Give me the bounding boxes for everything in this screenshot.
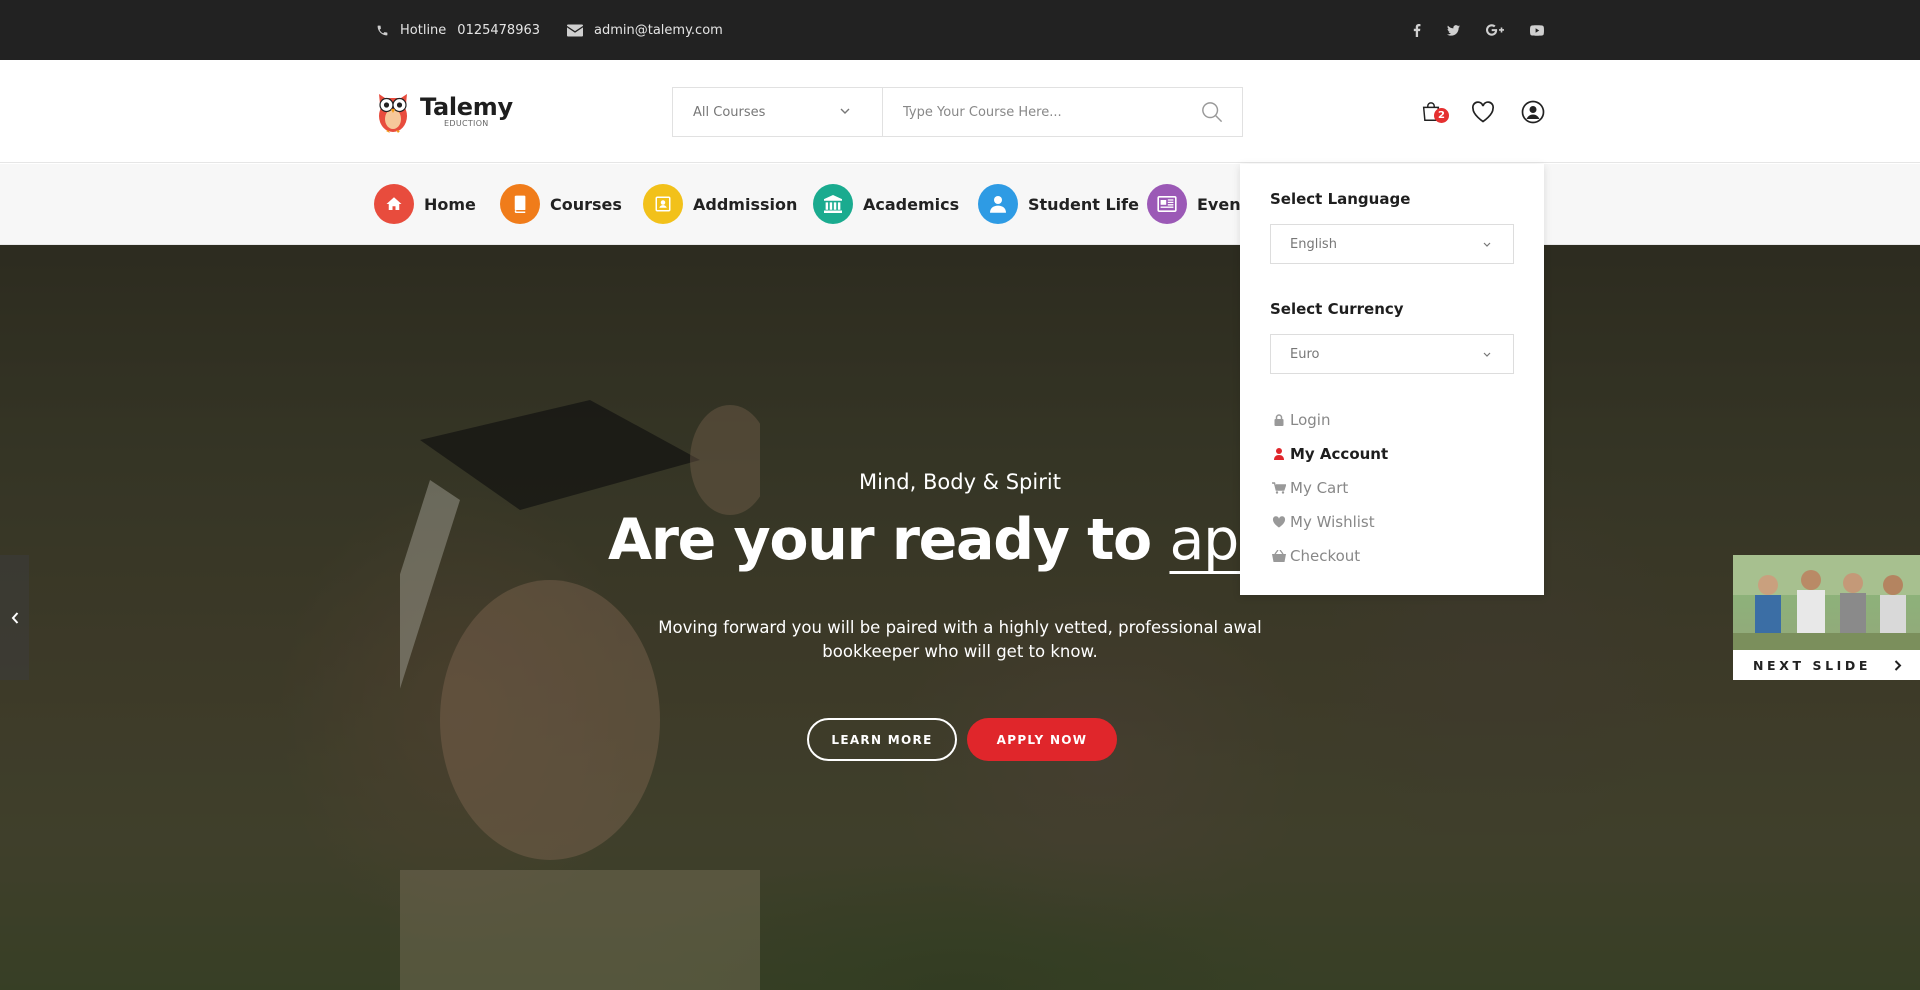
checkout-link[interactable]: Checkout: [1270, 546, 1360, 566]
nav-item-home[interactable]: Home: [374, 184, 476, 224]
owl-logo-icon: [379, 94, 407, 133]
facebook-icon[interactable]: [1407, 20, 1427, 40]
logo-tagline: EDUCTION: [444, 118, 489, 128]
newspaper-icon: [1147, 184, 1187, 224]
heart-icon: [1472, 101, 1494, 123]
chevron-down-icon: [840, 108, 850, 114]
basket-icon: [1270, 550, 1288, 562]
my-wishlist-label: My Wishlist: [1290, 513, 1375, 531]
prev-slide-button[interactable]: [0, 555, 29, 680]
hotline-label: Hotline: [400, 22, 447, 38]
account-dropdown: Select Language English Select Currency …: [1240, 164, 1544, 595]
top-bar: Hotline 0125478963 admin@talemy.com: [0, 0, 1920, 60]
language-heading: Select Language: [1270, 190, 1411, 208]
apply-now-button[interactable]: APPLY NOW: [967, 718, 1117, 761]
nav-label-academics: Academics: [863, 194, 960, 214]
my-wishlist-link[interactable]: My Wishlist: [1270, 512, 1375, 532]
lock-icon: [1270, 414, 1288, 426]
cart-count-badge: 2: [1434, 108, 1449, 123]
nav-item-addmission[interactable]: Addmission: [643, 184, 797, 224]
hero-subtitle: Mind, Body & Spirit: [859, 470, 1061, 494]
institution-icon: [813, 184, 853, 224]
course-category-select[interactable]: All Courses: [673, 88, 883, 136]
hotline-number[interactable]: 0125478963: [457, 23, 540, 38]
chevron-right-icon: [1894, 660, 1902, 671]
header: Talemy EDUCTION All Courses 2: [0, 60, 1920, 163]
my-account-link[interactable]: My Account: [1270, 444, 1388, 464]
nav-item-academics[interactable]: Academics: [813, 184, 959, 224]
chevron-left-icon: [11, 611, 18, 624]
my-account-label: My Account: [1290, 445, 1389, 463]
language-value: English: [1290, 236, 1337, 252]
currency-select[interactable]: Euro: [1270, 334, 1514, 374]
nav-label-courses: Courses: [550, 194, 622, 214]
next-slide-label: NEXT SLIDE: [1733, 650, 1920, 680]
my-cart-label: My Cart: [1290, 479, 1349, 497]
home-icon: [374, 184, 414, 224]
next-slide-thumbnail: [1733, 555, 1920, 650]
id-card-icon: [643, 184, 683, 224]
search-bar: All Courses: [672, 87, 1243, 137]
nav-item-student-life[interactable]: Student Life: [978, 184, 1139, 224]
chevron-down-icon: [1483, 242, 1491, 247]
nav-label-addmission: Addmission: [693, 194, 798, 214]
cart-icon: [1270, 482, 1288, 494]
next-slide-text: NEXT SLIDE: [1753, 657, 1872, 673]
logo-name: Talemy: [420, 92, 513, 121]
envelope-icon: [567, 24, 583, 36]
email[interactable]: admin@talemy.com: [567, 0, 723, 60]
login-label: Login: [1290, 411, 1331, 429]
nav-label-student-life: Student Life: [1028, 194, 1139, 214]
nav-label-home: Home: [424, 194, 476, 214]
my-cart-link[interactable]: My Cart: [1270, 478, 1348, 498]
email-address[interactable]: admin@talemy.com: [594, 23, 723, 38]
nav-item-courses[interactable]: Courses: [500, 184, 622, 224]
account-button[interactable]: [1520, 99, 1546, 125]
course-category-value: All Courses: [693, 104, 766, 120]
heart-icon: [1270, 516, 1288, 528]
chevron-down-icon: [1483, 352, 1491, 357]
hero-title-lead: Are your ready to: [608, 507, 1170, 573]
currency-heading: Select Currency: [1270, 300, 1404, 318]
hotline: Hotline 0125478963: [376, 0, 540, 60]
user-icon: [1270, 448, 1288, 460]
twitter-icon[interactable]: [1443, 20, 1463, 40]
hero-slider: Mind, Body & Spirit Are your ready to ap…: [0, 245, 1920, 990]
phone-icon: [377, 25, 388, 35]
hero-description: Moving forward you will be paired with a…: [658, 618, 1262, 661]
cart-button[interactable]: 2: [1418, 99, 1449, 125]
logo[interactable]: Talemy EDUCTION: [374, 88, 513, 134]
next-slide-button[interactable]: NEXT SLIDE: [1733, 555, 1920, 680]
language-select[interactable]: English: [1270, 224, 1514, 264]
search-button[interactable]: [1182, 88, 1242, 136]
wishlist-button[interactable]: [1470, 99, 1496, 125]
hero-title: Are your ready to appl: [608, 507, 1289, 573]
user-circle-icon: [1521, 100, 1545, 124]
youtube-icon[interactable]: [1527, 20, 1547, 40]
google-plus-icon[interactable]: [1485, 20, 1505, 40]
learn-more-button[interactable]: LEARN MORE: [807, 718, 957, 761]
search-icon: [1202, 102, 1223, 123]
book-icon: [500, 184, 540, 224]
checkout-label: Checkout: [1290, 547, 1361, 565]
main-nav: Home Courses Addmission Academics Studen…: [0, 164, 1920, 245]
currency-value: Euro: [1290, 346, 1320, 362]
login-link[interactable]: Login: [1270, 410, 1330, 430]
search-input[interactable]: [883, 88, 1182, 136]
user-icon: [978, 184, 1018, 224]
